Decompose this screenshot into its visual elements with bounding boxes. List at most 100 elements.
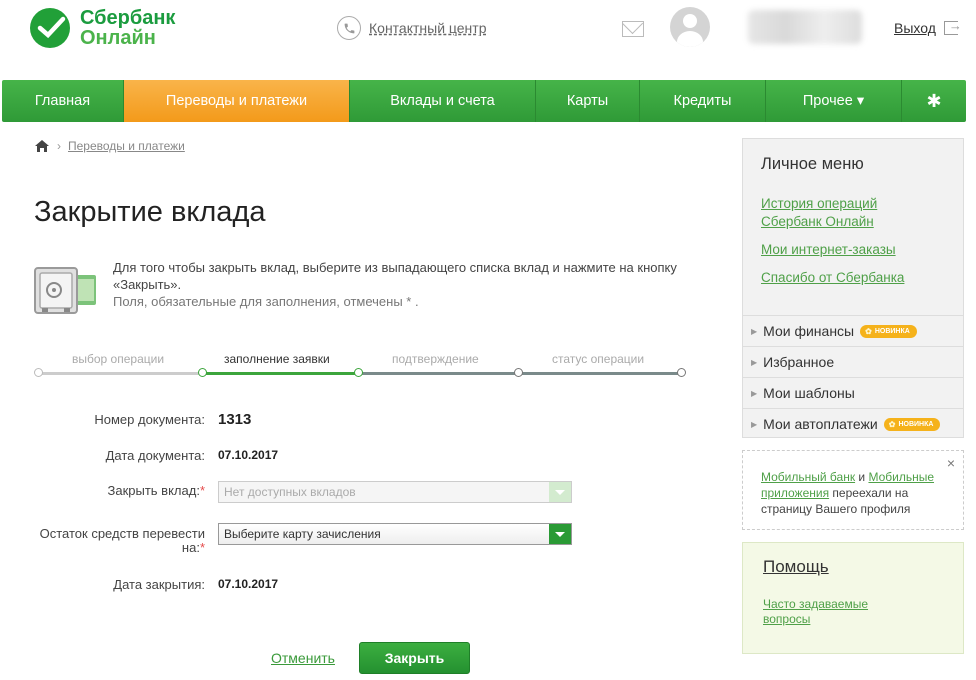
avatar[interactable] — [670, 7, 710, 47]
close-deposit-button[interactable]: Закрыть — [359, 642, 470, 674]
close-date-label: Дата закрытия: — [113, 577, 205, 592]
doc-date-value: 07.10.2017 — [218, 448, 279, 462]
phone-icon — [337, 16, 361, 40]
close-icon[interactable]: × — [947, 455, 955, 471]
sidebar-link-spasibo[interactable]: Спасибо от Сбербанка — [761, 269, 904, 287]
transfer-card-select-value: Выберите карту зачисления — [224, 527, 381, 541]
step-dot-2 — [198, 368, 207, 377]
user-name-blurred[interactable] — [748, 10, 862, 44]
logo-title: Сбербанк — [80, 7, 176, 29]
help-box: Помощь Часто задаваемые вопросы — [742, 542, 964, 654]
sidebar-item-label: Мои финансы — [763, 323, 855, 339]
main-nav: Главная Переводы и платежи Вклады и счет… — [2, 80, 966, 122]
sidebar-link-history-line1[interactable]: История операций — [761, 196, 877, 211]
logout[interactable]: Выход — [894, 18, 962, 36]
deposit-select[interactable]: Нет доступных вкладов — [218, 481, 572, 503]
sberbank-logo[interactable]: Сбербанк Онлайн — [28, 6, 175, 50]
safe-icon — [34, 267, 96, 314]
logout-icon — [943, 18, 962, 35]
doc-number-label: Номер документа: — [94, 412, 205, 427]
mobile-bank-link[interactable]: Мобильный банк — [761, 470, 855, 484]
nav-transfers[interactable]: Переводы и платежи — [124, 80, 350, 122]
sberbank-logo-icon — [30, 8, 70, 48]
faq-link-line1[interactable]: Часто задаваемые — [763, 597, 868, 611]
required-mark: * — [199, 540, 205, 555]
chevron-right-icon: ▶ — [751, 388, 758, 398]
star-icon: ✿ — [888, 419, 896, 429]
deposit-label: Закрыть вклад:* — [108, 483, 206, 498]
logout-link[interactable]: Выход — [894, 20, 936, 36]
transfer-label-line2: на: — [181, 540, 200, 555]
instruction-main: Для того чтобы закрыть вклад, выберите и… — [113, 260, 677, 292]
mobile-apps-link-1[interactable]: Мобильные — [868, 470, 934, 484]
step-dot-3 — [354, 368, 363, 377]
step-dot-4 — [514, 368, 523, 377]
doc-date-label: Дата документа: — [105, 448, 205, 463]
new-badge-text: НОВИНКА — [898, 420, 934, 428]
doc-number-value: 1313 — [218, 411, 252, 428]
personal-menu: Личное меню История операций Сбербанк Он… — [742, 138, 964, 438]
transfer-label: Остаток средств перевести на:* — [40, 527, 205, 555]
cancel-link[interactable]: Отменить — [271, 650, 335, 666]
mail-icon[interactable] — [622, 21, 644, 37]
step-label-1: выбор операции — [72, 352, 165, 366]
notice-and: и — [855, 470, 869, 484]
close-date-value: 07.10.2017 — [218, 577, 279, 591]
home-icon[interactable] — [35, 140, 49, 152]
breadcrumb-link-transfers[interactable]: Переводы и платежи — [68, 139, 185, 153]
nav-settings[interactable]: ✱ — [902, 80, 966, 122]
sidebar-item-label: Избранное — [763, 354, 835, 370]
personal-menu-title: Личное меню — [761, 155, 864, 173]
sidebar-link-history-line2[interactable]: Сбербанк Онлайн — [761, 214, 874, 229]
new-badge: ✿ НОВИНКА — [860, 324, 917, 338]
mobile-notice: × Мобильный банк и Мобильные приложения … — [742, 450, 964, 530]
chevron-right-icon: ▶ — [751, 357, 758, 367]
nav-deposits[interactable]: Вклады и счета — [350, 80, 536, 122]
contact-center[interactable]: Контактный центр — [337, 16, 487, 40]
sidebar-item-autopayments[interactable]: ▶ Мои автоплатежи ✿ НОВИНКА — [743, 408, 963, 439]
sidebar-link-orders[interactable]: Мои интернет-заказы — [761, 241, 896, 259]
nav-cards[interactable]: Карты — [536, 80, 640, 122]
new-badge: ✿ НОВИНКА — [883, 417, 941, 431]
chevron-down-icon[interactable] — [549, 482, 571, 502]
chevron-down-icon[interactable] — [549, 524, 571, 544]
progress-steps: выбор операции заполнение заявки подтвер… — [34, 350, 686, 380]
step-dot-5 — [677, 368, 686, 377]
instruction-text: Для того чтобы закрыть вклад, выберите и… — [113, 259, 693, 310]
chevron-right-icon: ▶ — [751, 326, 758, 336]
faq-link-line2[interactable]: вопросы — [763, 612, 810, 626]
transfer-card-select[interactable]: Выберите карту зачисления — [218, 523, 572, 545]
sidebar-item-favorites[interactable]: ▶ Избранное — [743, 346, 963, 377]
deposit-select-value: Нет доступных вкладов — [224, 485, 356, 499]
chevron-right-icon: ▶ — [751, 419, 758, 429]
sidebar-item-label: Мои автоплатежи — [763, 416, 878, 432]
logo-subtitle: Онлайн — [80, 27, 156, 49]
sidebar-link-history[interactable]: История операций Сбербанк Онлайн — [761, 195, 877, 231]
faq-link[interactable]: Часто задаваемые вопросы — [763, 597, 893, 627]
step-label-2: заполнение заявки — [224, 352, 330, 366]
breadcrumb: › Переводы и платежи — [35, 139, 185, 153]
nav-credits[interactable]: Кредиты — [640, 80, 766, 122]
step-label-4: статус операции — [552, 352, 645, 366]
step-track-2 — [202, 372, 358, 375]
nav-main[interactable]: Главная — [2, 80, 124, 122]
sidebar-item-finances[interactable]: ▶ Мои финансы ✿ НОВИНКА — [743, 315, 963, 346]
gear-icon: ✱ — [926, 90, 942, 111]
step-dot-1 — [34, 368, 43, 377]
transfer-label-line1: Остаток средств перевести — [39, 526, 205, 541]
mobile-apps-link-2[interactable]: приложения — [761, 486, 829, 500]
sidebar-item-templates[interactable]: ▶ Мои шаблоны — [743, 377, 963, 408]
chevron-right-icon: › — [57, 139, 61, 153]
deposit-label-text: Закрыть вклад: — [107, 483, 200, 498]
required-note: Поля, обязательные для заполнения, отмеч… — [113, 294, 419, 309]
step-label-3: подтверждение — [392, 352, 479, 366]
star-icon: ✿ — [865, 326, 872, 336]
nav-other[interactable]: Прочее ▾ — [766, 80, 902, 122]
required-mark: * — [199, 483, 205, 498]
help-title[interactable]: Помощь — [763, 557, 829, 577]
sidebar-item-label: Мои шаблоны — [763, 385, 855, 401]
new-badge-text: НОВИНКА — [874, 327, 910, 335]
step-track-1 — [38, 372, 202, 375]
contact-center-link[interactable]: Контактный центр — [369, 20, 487, 36]
page-title: Закрытие вклада — [34, 196, 266, 228]
